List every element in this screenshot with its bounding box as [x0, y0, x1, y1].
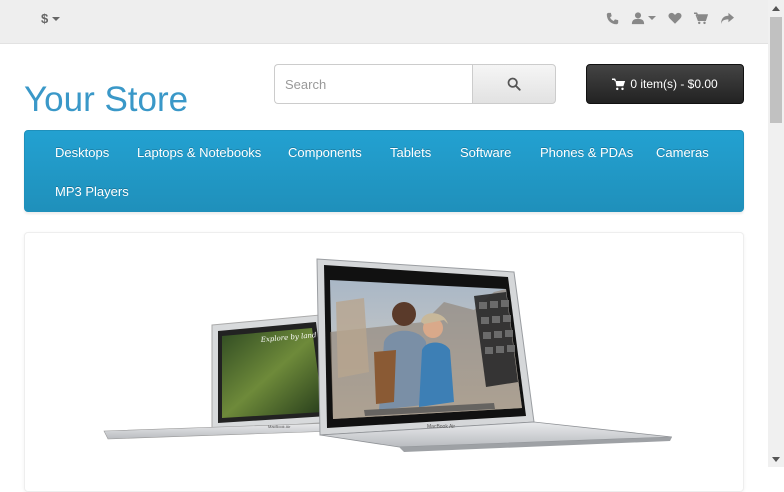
category-menu: Desktops Laptops & Notebooks Components Tab… [24, 130, 744, 212]
search-button[interactable] [472, 64, 556, 104]
menu-item-desktops[interactable]: Desktops [55, 145, 109, 160]
menu-item-cameras[interactable]: Cameras [656, 145, 709, 160]
menu-item-phones-pdas[interactable]: Phones & PDAs [540, 145, 633, 160]
shopping-cart-icon [612, 78, 626, 90]
scroll-down-arrow[interactable] [768, 451, 784, 467]
menu-item-mp3-players[interactable]: MP3 Players [55, 184, 129, 199]
slideshow-banner[interactable]: Explore by land MacBook Air MacBook Air [24, 232, 744, 492]
scrollbar-thumb[interactable] [770, 17, 782, 123]
front-brand-text: MacBook Air [427, 424, 455, 430]
heart-icon[interactable] [668, 12, 682, 25]
search-bar [274, 64, 556, 104]
share-icon[interactable] [720, 12, 735, 25]
menu-item-tablets[interactable]: Tablets [390, 145, 431, 160]
caret-down-icon [648, 16, 656, 20]
user-icon [631, 12, 645, 25]
shopping-cart-icon[interactable] [694, 12, 708, 25]
phone-icon[interactable] [606, 12, 619, 25]
menu-item-software[interactable]: Software [460, 145, 511, 160]
top-links [606, 11, 747, 25]
cart-button[interactable]: 0 item(s) - $0.00 [586, 64, 744, 104]
scroll-up-arrow[interactable] [768, 0, 784, 16]
arrow-down-icon [772, 456, 780, 462]
caret-down-icon [52, 16, 61, 21]
store-logo[interactable]: Your Store [24, 80, 188, 120]
currency-dropdown[interactable]: $ [41, 11, 61, 26]
search-input[interactable] [274, 64, 472, 104]
menu-item-laptops-notebooks[interactable]: Laptops & Notebooks [137, 145, 261, 160]
currency-symbol: $ [41, 11, 49, 26]
vertical-scrollbar[interactable] [768, 0, 784, 467]
search-icon [507, 77, 521, 91]
user-dropdown[interactable] [631, 11, 656, 25]
back-brand-text: MacBook Air [268, 424, 291, 429]
macbook-air-image: Explore by land MacBook Air MacBook Air [103, 258, 673, 452]
top-bar: $ [0, 0, 768, 44]
cart-total: 0 item(s) - $0.00 [630, 77, 718, 91]
menu-item-components[interactable]: Components [288, 145, 362, 160]
arrow-up-icon [772, 5, 780, 11]
